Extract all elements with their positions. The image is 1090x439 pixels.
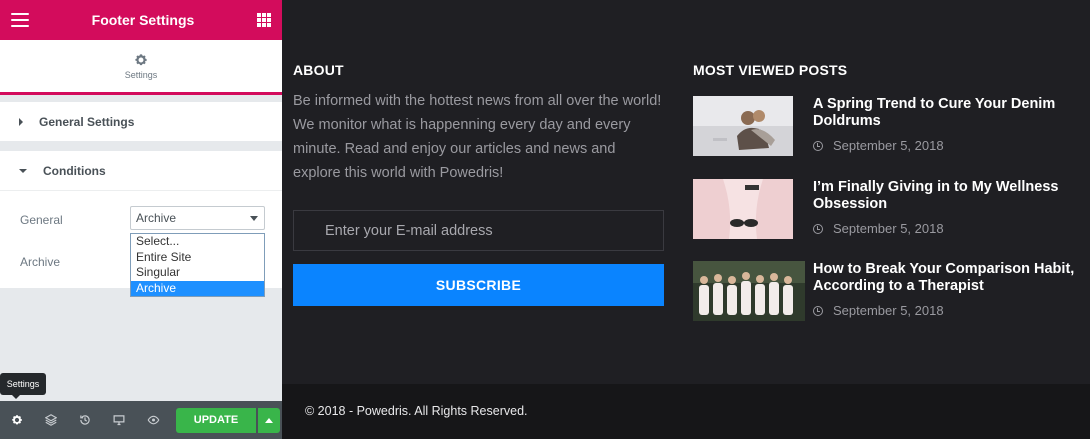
elementor-panel: Footer Settings Settings General Setting…	[0, 0, 282, 439]
post-thumbnail[interactable]	[693, 261, 805, 321]
widgets-grid-icon[interactable]	[256, 13, 271, 27]
post-thumbnail[interactable]	[693, 96, 793, 156]
archive-condition-label: Archive	[20, 255, 61, 269]
gear-icon	[12, 415, 22, 425]
email-input[interactable]	[293, 210, 664, 251]
dropdown-option-entire-site[interactable]: Entire Site	[131, 250, 264, 266]
layers-icon	[45, 414, 57, 426]
post-date: September 5, 2018	[813, 221, 944, 236]
post-title[interactable]: I’m Finally Giving in to My Wellness Obs…	[813, 179, 1083, 213]
history-icon	[80, 415, 90, 425]
post-title[interactable]: How to Break Your Comparison Habit, Acco…	[813, 261, 1083, 295]
dropdown-option-select[interactable]: Select...	[131, 234, 264, 250]
chevron-up-icon	[265, 417, 273, 423]
post-image	[693, 261, 805, 321]
general-condition-select[interactable]: Archive	[130, 206, 265, 230]
chevron-down-icon	[250, 216, 258, 221]
update-options-button[interactable]	[258, 407, 280, 433]
post-item: I’m Finally Giving in to My Wellness Obs…	[693, 179, 1083, 241]
tab-settings[interactable]: Settings	[124, 53, 158, 80]
post-thumbnail[interactable]	[693, 179, 793, 239]
select-value: Archive	[136, 211, 177, 225]
panel-footer: UPDATE	[0, 401, 282, 439]
navigator-button[interactable]	[34, 401, 68, 439]
panel-title: Footer Settings	[91, 12, 195, 28]
post-item: A Spring Trend to Cure Your Denim Doldru…	[693, 96, 1083, 158]
desktop-icon	[113, 415, 125, 426]
menu-icon[interactable]	[11, 13, 29, 27]
post-image	[693, 96, 793, 156]
tab-settings-label: Settings	[124, 69, 158, 80]
general-condition-label: General	[20, 213, 63, 227]
footer-preview: ABOUT Be informed with the hottest news …	[282, 0, 1090, 384]
dropdown-option-archive[interactable]: Archive	[131, 280, 264, 296]
clock-icon	[813, 140, 823, 151]
subscribe-button[interactable]: SUBSCRIBE	[293, 264, 664, 306]
caret-right-icon	[19, 117, 23, 126]
section-conditions: Conditions General Archive Archive Selec…	[0, 151, 282, 297]
general-settings-toggle[interactable]: General Settings	[0, 102, 282, 141]
caret-down-icon	[19, 168, 27, 173]
section-general-settings: General Settings	[0, 102, 282, 141]
condition-dropdown-list: Select... Entire Site Singular Archive	[130, 233, 265, 297]
settings-tooltip: Settings	[0, 373, 46, 399]
eye-icon	[147, 415, 159, 425]
conditions-label: Conditions	[43, 163, 106, 178]
about-text: Be informed with the hottest news from a…	[293, 93, 662, 181]
general-settings-label: General Settings	[39, 114, 135, 129]
copyright-bar: © 2018 - Powedris. All Rights Reserved.	[282, 384, 1090, 439]
post-date: September 5, 2018	[813, 303, 944, 318]
preview-button[interactable]	[136, 401, 170, 439]
update-button[interactable]: UPDATE	[176, 407, 256, 433]
post-image	[693, 179, 793, 239]
history-button[interactable]	[68, 401, 102, 439]
post-date-text: September 5, 2018	[833, 221, 944, 236]
conditions-body: General Archive Archive Select... Entire…	[0, 190, 282, 297]
conditions-toggle[interactable]: Conditions	[0, 151, 282, 190]
responsive-mode-button[interactable]	[102, 401, 136, 439]
panel-tabs: Settings	[0, 40, 282, 95]
post-date-text: September 5, 2018	[833, 303, 944, 318]
settings-gear-button[interactable]	[0, 401, 34, 439]
most-viewed-title: MOST VIEWED POSTS	[693, 62, 848, 78]
about-title: ABOUT	[293, 62, 344, 78]
post-item: How to Break Your Comparison Habit, Acco…	[693, 261, 1083, 323]
dropdown-option-singular[interactable]: Singular	[131, 265, 264, 281]
post-date: September 5, 2018	[813, 138, 944, 153]
post-title[interactable]: A Spring Trend to Cure Your Denim Doldru…	[813, 96, 1083, 130]
panel-header: Footer Settings	[0, 0, 282, 40]
post-date-text: September 5, 2018	[833, 138, 944, 153]
gear-icon	[135, 53, 147, 65]
clock-icon	[813, 223, 823, 234]
copyright-text: © 2018 - Powedris. All Rights Reserved.	[305, 404, 528, 418]
clock-icon	[813, 305, 823, 316]
